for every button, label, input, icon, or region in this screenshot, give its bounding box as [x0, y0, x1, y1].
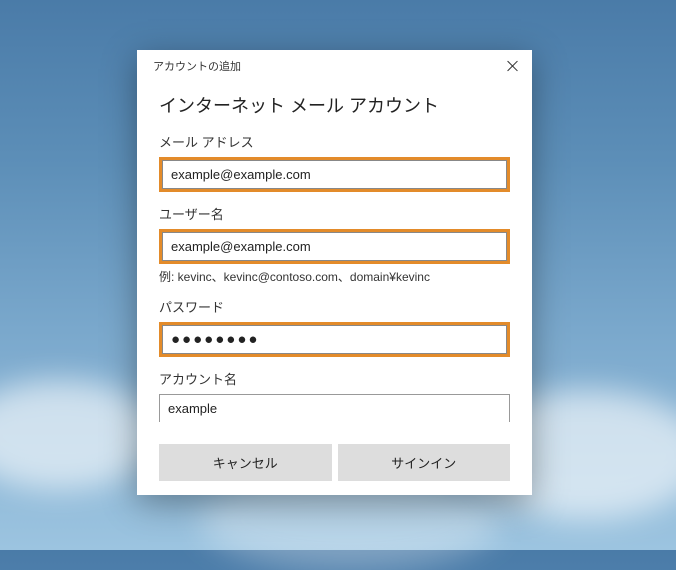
username-hint: 例: kevinc、kevinc@contoso.com、domain¥kevi…: [159, 268, 510, 285]
add-account-dialog: アカウントの追加 インターネット メール アカウント メール アドレス ユーザー…: [137, 50, 532, 495]
close-icon[interactable]: [506, 59, 520, 73]
password-field-group: パスワード ●●●●●●●●: [159, 297, 510, 357]
form-heading: インターネット メール アカウント: [159, 92, 510, 118]
email-highlight: [159, 157, 510, 192]
username-field-group: ユーザー名 例: kevinc、kevinc@contoso.com、domai…: [159, 204, 510, 285]
dialog-content: インターネット メール アカウント メール アドレス ユーザー名 例: kevi…: [137, 78, 532, 436]
signin-button[interactable]: サインイン: [338, 444, 511, 481]
cancel-button[interactable]: キャンセル: [159, 444, 332, 481]
account-name-label: アカウント名: [159, 369, 510, 388]
account-name-input[interactable]: [159, 394, 510, 422]
password-highlight: ●●●●●●●●: [159, 322, 510, 357]
username-input[interactable]: [162, 232, 507, 261]
account-name-field-group: アカウント名: [159, 369, 510, 422]
background-cloud: [0, 380, 160, 490]
password-input[interactable]: ●●●●●●●●: [162, 325, 507, 354]
email-field-group: メール アドレス: [159, 132, 510, 192]
password-label: パスワード: [159, 297, 510, 316]
dialog-titlebar: アカウントの追加: [137, 50, 532, 78]
dialog-title: アカウントの追加: [153, 58, 241, 74]
email-label: メール アドレス: [159, 132, 510, 151]
dialog-buttons: キャンセル サインイン: [137, 436, 532, 495]
email-input[interactable]: [162, 160, 507, 189]
username-highlight: [159, 229, 510, 264]
username-label: ユーザー名: [159, 204, 510, 223]
